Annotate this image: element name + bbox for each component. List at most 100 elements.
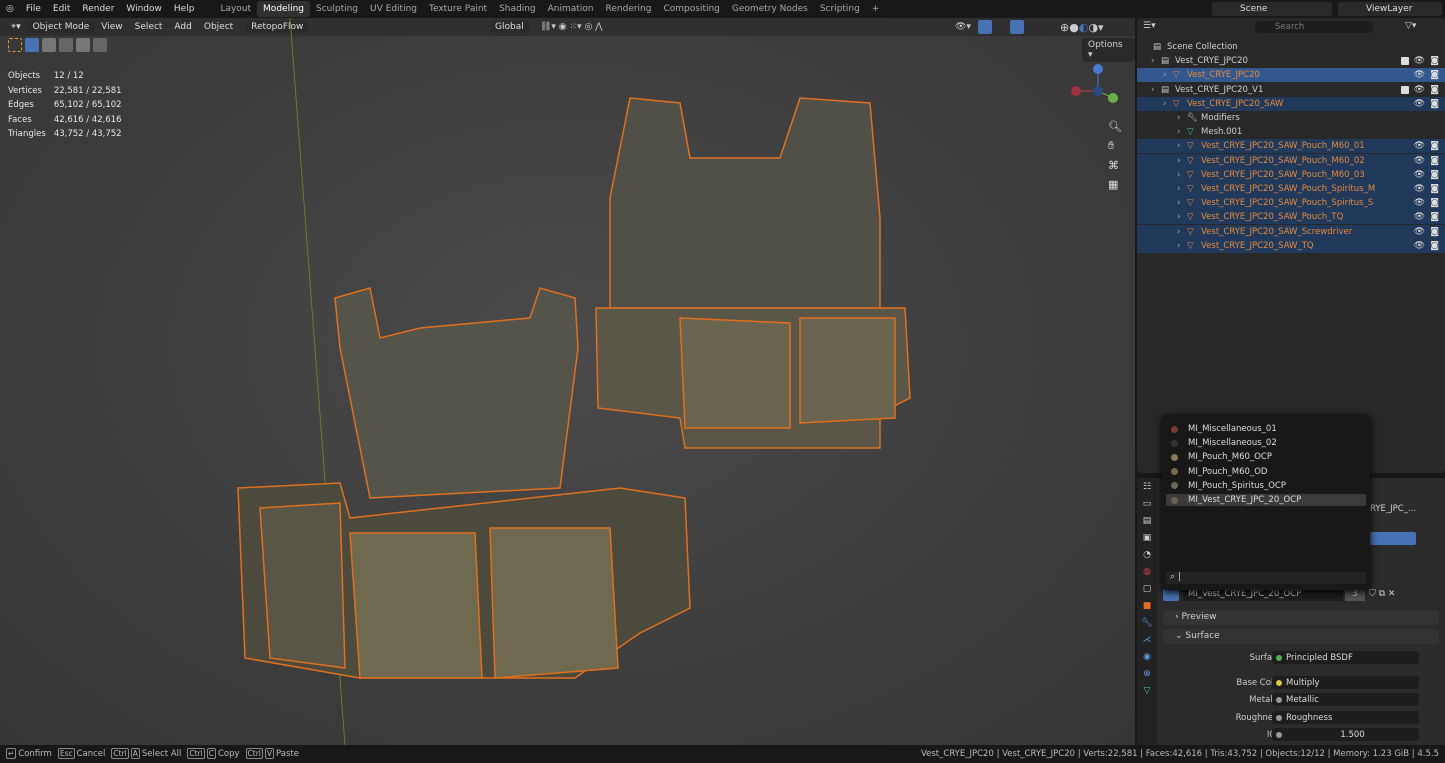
visibility-eye-icon[interactable]: 👁︎ xyxy=(1414,85,1425,95)
outliner-row[interactable]: ›▽Vest_CRYE_JPC20_SAW_Pouch_Spiritus_M👁︎… xyxy=(1137,182,1445,196)
visibility-eye-icon[interactable]: 👁︎ xyxy=(1414,227,1425,237)
expand-chevron-icon[interactable]: › xyxy=(1163,70,1173,80)
material-list-item[interactable]: MI_Pouch_M60_OCP xyxy=(1166,451,1366,463)
tab-layout[interactable]: Layout xyxy=(214,4,257,14)
render-tab-icon[interactable]: ▭ xyxy=(1143,499,1152,509)
outliner-row[interactable]: ›▽Vest_CRYE_JPC20_SAW_Pouch_M60_03👁︎◙ xyxy=(1137,168,1445,182)
tab-compositing[interactable]: Compositing xyxy=(657,4,725,14)
outliner-row[interactable]: ›▽Vest_CRYE_JPC20_SAW_Pouch_TQ👁︎◙ xyxy=(1137,210,1445,224)
view-layer-selector[interactable]: ViewLayer xyxy=(1338,2,1442,16)
collection-tab-icon[interactable]: ▢ xyxy=(1143,584,1152,594)
vest-back[interactable] xyxy=(596,98,910,448)
constraints-tab-icon[interactable]: ⊗ xyxy=(1143,669,1151,679)
world-tab-icon[interactable]: ◍ xyxy=(1143,567,1151,577)
expand-chevron-icon[interactable]: › xyxy=(1177,184,1187,194)
render-camera-icon[interactable]: ◙ xyxy=(1430,241,1439,251)
visibility-eye-icon[interactable]: 👁︎ xyxy=(1414,198,1425,208)
outliner-search-input[interactable]: Search xyxy=(1255,21,1373,33)
add-workspace-button[interactable]: + xyxy=(866,4,886,14)
render-camera-icon[interactable]: ◙ xyxy=(1430,170,1439,180)
material-list-item[interactable]: MI_Miscellaneous_01 xyxy=(1166,423,1366,435)
property-field[interactable]: Multiply xyxy=(1272,676,1419,689)
exclude-checkbox[interactable] xyxy=(1401,57,1409,65)
expand-chevron-icon[interactable]: › xyxy=(1177,198,1187,208)
expand-chevron-icon[interactable]: › xyxy=(1163,99,1173,109)
render-camera-icon[interactable]: ◙ xyxy=(1430,184,1439,194)
filter-icon[interactable]: ▽▾ xyxy=(1405,21,1416,31)
editor-type-icon[interactable]: ☷ xyxy=(1143,482,1151,492)
outliner-row[interactable]: ›▤Vest_CRYE_JPC20_V1👁︎◙ xyxy=(1137,83,1445,97)
expand-chevron-icon[interactable]: › xyxy=(1177,227,1187,237)
modifier-tab-icon[interactable]: 🔧︎ xyxy=(1141,618,1152,628)
outliner-row[interactable]: ›▽Vest_CRYE_JPC20_SAW_Screwdriver👁︎◙ xyxy=(1137,225,1445,239)
tab-scripting[interactable]: Scripting xyxy=(814,4,866,14)
menu-window[interactable]: Window xyxy=(120,4,168,14)
outliner-row[interactable]: ›▤Vest_CRYE_JPC20👁︎◙ xyxy=(1137,54,1445,68)
menu-help[interactable]: Help xyxy=(168,4,201,14)
outliner-row[interactable]: ›▽Vest_CRYE_JPC20_SAW_TQ👁︎◙ xyxy=(1137,239,1445,253)
render-camera-icon[interactable]: ◙ xyxy=(1430,198,1439,208)
outliner-row[interactable]: ›🔧︎Modifiers xyxy=(1137,111,1445,125)
property-field[interactable]: 1.500 xyxy=(1272,728,1419,741)
outliner-row[interactable]: ›▽Vest_CRYE_JPC20_SAW_Pouch_M60_01👁︎◙ xyxy=(1137,139,1445,153)
property-field[interactable]: Metallic xyxy=(1272,693,1419,706)
visibility-eye-icon[interactable]: 👁︎ xyxy=(1414,241,1425,251)
3d-viewport[interactable]: ⌖▾ Object Mode View Select Add Object Re… xyxy=(0,18,1135,745)
expand-chevron-icon[interactable]: › xyxy=(1177,170,1187,180)
render-camera-icon[interactable]: ◙ xyxy=(1430,227,1439,237)
camera-view-icon[interactable]: ⌘ xyxy=(1108,159,1122,172)
panel-preview[interactable]: › Preview xyxy=(1163,610,1439,625)
property-field[interactable]: Roughness xyxy=(1272,711,1419,724)
outliner-row[interactable]: ›▽Mesh.001 xyxy=(1137,125,1445,139)
particles-tab-icon[interactable]: ⋌ xyxy=(1143,635,1152,645)
visibility-eye-icon[interactable]: 👁︎ xyxy=(1414,170,1425,180)
render-camera-icon[interactable]: ◙ xyxy=(1430,85,1439,95)
output-tab-icon[interactable]: ▤ xyxy=(1143,516,1152,526)
tab-modeling[interactable]: Modeling xyxy=(257,1,310,17)
expand-chevron-icon[interactable]: › xyxy=(1177,156,1187,166)
material-slot-selected[interactable] xyxy=(1370,532,1416,545)
material-list-item[interactable]: MI_Miscellaneous_02 xyxy=(1166,437,1366,449)
tab-shading[interactable]: Shading xyxy=(493,4,542,14)
perspective-grid-icon[interactable]: ▦ xyxy=(1108,178,1122,191)
render-camera-icon[interactable]: ◙ xyxy=(1430,56,1439,66)
outliner-row[interactable]: ›▽Vest_CRYE_JPC20_SAW_Pouch_Spiritus_S👁︎… xyxy=(1137,196,1445,210)
scene-selector[interactable]: Scene xyxy=(1212,2,1332,16)
menu-edit[interactable]: Edit xyxy=(47,4,76,14)
blender-logo-icon[interactable]: ◎ xyxy=(0,4,20,14)
zoom-icon[interactable]: 🔍︎ xyxy=(1108,120,1122,133)
visibility-eye-icon[interactable]: 👁︎ xyxy=(1414,141,1425,151)
menu-render[interactable]: Render xyxy=(76,4,120,14)
expand-chevron-icon[interactable]: › xyxy=(1177,141,1187,151)
expand-chevron-icon[interactable]: › xyxy=(1151,56,1161,66)
display-mode-icon[interactable]: ☰▾ xyxy=(1143,21,1156,31)
render-camera-icon[interactable]: ◙ xyxy=(1430,141,1439,151)
material-list-item[interactable]: MI_Vest_CRYE_JPC_20_OCP xyxy=(1166,494,1366,506)
panel-surface[interactable]: ⌄ Surface xyxy=(1163,629,1439,644)
scene-tab-icon[interactable]: ◔ xyxy=(1143,550,1151,560)
tab-geometry-nodes[interactable]: Geometry Nodes xyxy=(726,4,814,14)
material-list-item[interactable]: MI_Pouch_Spiritus_OCP xyxy=(1166,480,1366,492)
expand-chevron-icon[interactable]: › xyxy=(1177,241,1187,251)
exclude-checkbox[interactable] xyxy=(1401,86,1409,94)
visibility-eye-icon[interactable]: 👁︎ xyxy=(1414,99,1425,109)
tab-texture-paint[interactable]: Texture Paint xyxy=(423,4,493,14)
tab-uv-editing[interactable]: UV Editing xyxy=(364,4,423,14)
object-tab-icon[interactable]: ■ xyxy=(1143,601,1152,611)
tab-animation[interactable]: Animation xyxy=(542,4,600,14)
material-list-item[interactable]: MI_Pouch_M60_OD xyxy=(1166,466,1366,478)
visibility-eye-icon[interactable]: 👁︎ xyxy=(1414,70,1425,80)
tab-rendering[interactable]: Rendering xyxy=(600,4,658,14)
render-camera-icon[interactable]: ◙ xyxy=(1430,212,1439,222)
outliner-row[interactable]: ›▽Vest_CRYE_JPC20👁︎◙ xyxy=(1137,68,1445,82)
menu-file[interactable]: File xyxy=(20,4,47,14)
navigation-gizmo[interactable] xyxy=(1068,63,1128,126)
render-camera-icon[interactable]: ◙ xyxy=(1430,70,1439,80)
visibility-eye-icon[interactable]: 👁︎ xyxy=(1414,56,1425,66)
visibility-eye-icon[interactable]: 👁︎ xyxy=(1414,184,1425,194)
pan-hand-icon[interactable]: ✋︎ xyxy=(1108,139,1122,153)
view-layer-tab-icon[interactable]: ▣ xyxy=(1143,533,1152,543)
expand-chevron-icon[interactable]: › xyxy=(1177,113,1187,123)
expand-chevron-icon[interactable]: › xyxy=(1151,85,1161,95)
popup-search-input[interactable]: ⌕ | xyxy=(1166,572,1366,584)
